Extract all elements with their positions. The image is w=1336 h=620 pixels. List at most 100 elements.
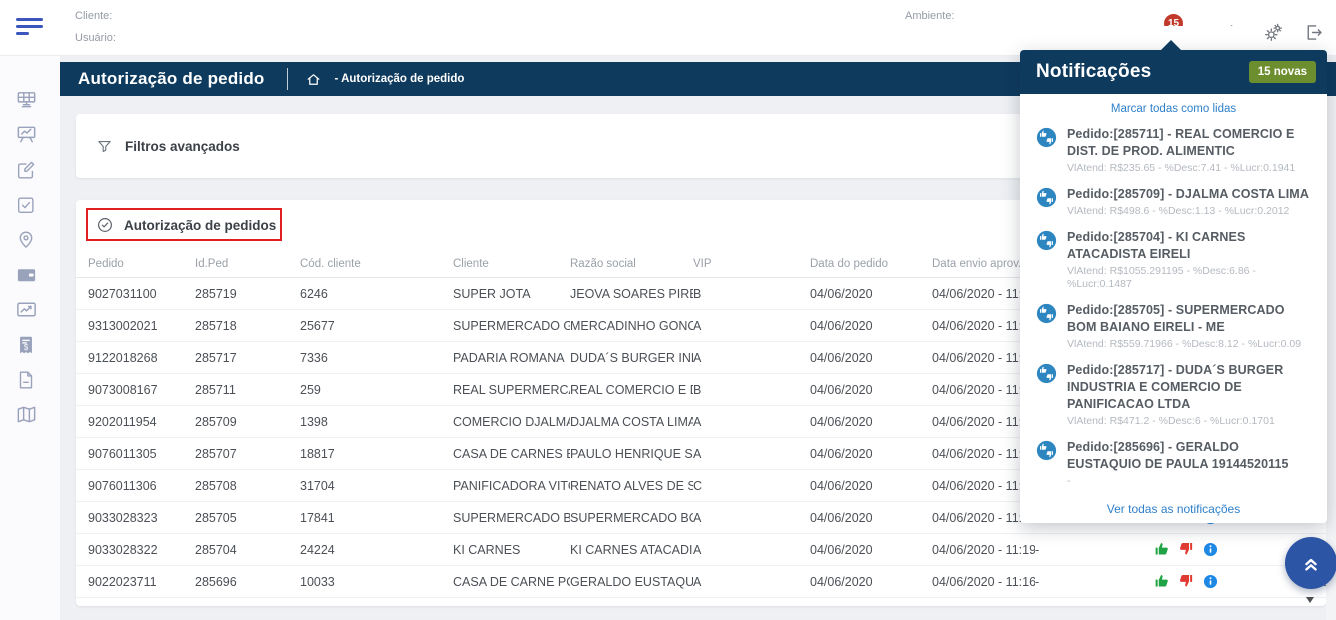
client-label: Cliente: <box>75 10 112 22</box>
notification-detail: VlAtend: R$498.6 - %Desc:1.13 - %Lucr:0.… <box>1067 205 1309 218</box>
cell-razao-social: SUPERMERCADO BO <box>570 511 693 525</box>
cell-cliente: REAL SUPERMERCAD <box>453 383 570 397</box>
cell-pedido: 9076011305 <box>88 447 195 461</box>
cell-cliente: KI CARNES <box>453 543 570 557</box>
cell-razao-social: DUDA´S BURGER IND <box>570 351 693 365</box>
cell-data-pedido: 04/06/2020 <box>810 447 932 461</box>
vertical-scrollbar[interactable] <box>1326 96 1336 620</box>
cell-pedido: 9033028322 <box>88 543 195 557</box>
cell-cod-cliente: 31704 <box>300 479 453 493</box>
cell-idped: 285717 <box>195 351 300 365</box>
cell-idped: 285709 <box>195 415 300 429</box>
cell-cliente: CASA DE CARNE POR <box>453 575 570 589</box>
col-razao-social[interactable]: Razão social <box>570 258 693 270</box>
notification-title: Pedido:[285709] - DJALMA COSTA LIMA <box>1067 186 1309 203</box>
info-icon[interactable] <box>1203 542 1218 557</box>
approve-thumb-up-icon[interactable] <box>1155 542 1170 557</box>
cell-idped: 285711 <box>195 383 300 397</box>
order-thumbs-icon <box>1036 363 1057 384</box>
cell-razao-social: REAL COMERCIO E D <box>570 383 693 397</box>
notification-item[interactable]: Pedido:[285711] - REAL COMERCIO E DIST. … <box>1020 118 1327 178</box>
notification-detail: - <box>1067 475 1315 488</box>
notification-item[interactable]: Pedido:[285717] - DUDA´S BURGER INDUSTRI… <box>1020 354 1327 431</box>
col-pedido[interactable]: Pedido <box>88 258 195 270</box>
cell-idped: 285708 <box>195 479 300 493</box>
cell-cliente: CASA DE CARNES BE <box>453 447 570 461</box>
cell-razao-social: MERCADINHO GONC <box>570 319 693 333</box>
cell-data-pedido: 04/06/2020 <box>810 415 932 429</box>
reject-thumb-down-icon[interactable] <box>1179 574 1194 589</box>
invoice-icon[interactable]: $ <box>0 327 60 362</box>
document-icon[interactable] <box>0 362 60 397</box>
notification-item[interactable]: Pedido:[285696] - GERALDO EUSTAQUIO DE P… <box>1020 431 1327 491</box>
cell-vip: A <box>693 351 810 365</box>
cell-cliente: PANIFICADORA VITO <box>453 479 570 493</box>
col-idped[interactable]: Id.Ped <box>195 258 300 270</box>
breadcrumb: - Autorização de pedido <box>335 73 465 85</box>
col-data-pedido[interactable]: Data do pedido <box>810 258 932 270</box>
notification-detail: VlAtend: R$471.2 - %Desc:6 - %Lucr:0.170… <box>1067 415 1315 428</box>
col-cliente[interactable]: Cliente <box>453 258 570 270</box>
cell-pedido: 9022023711 <box>88 575 195 589</box>
edit-icon[interactable] <box>0 152 60 187</box>
wallet-icon[interactable] <box>0 257 60 292</box>
svg-text:$: $ <box>24 343 29 352</box>
cell-cod-cliente: 6246 <box>300 287 453 301</box>
cell-data-pedido: 04/06/2020 <box>810 287 932 301</box>
notification-title: Pedido:[285705] - SUPERMERCADO BOM BAIAN… <box>1067 302 1315 336</box>
cell-obs: - <box>1035 575 1155 589</box>
reject-thumb-down-icon[interactable] <box>1179 542 1194 557</box>
checkbox-icon[interactable] <box>0 187 60 222</box>
col-cod-cliente[interactable]: Cód. cliente <box>300 258 453 270</box>
scroll-down-arrow-icon[interactable] <box>1306 597 1314 603</box>
check-circle-icon <box>96 216 114 234</box>
presentation-chart-icon[interactable] <box>0 117 60 152</box>
cell-vip: C <box>693 479 810 493</box>
cell-razao-social: DJALMA COSTA LIMA <box>570 415 693 429</box>
mark-all-read-link[interactable]: Marcar todas como lidas <box>1020 94 1327 118</box>
menu-icon[interactable] <box>16 18 44 38</box>
map-icon[interactable] <box>0 397 60 432</box>
user-label: Usuário: <box>75 32 116 44</box>
pos-terminal-icon[interactable] <box>0 82 60 117</box>
info-icon[interactable] <box>1203 574 1218 589</box>
environment-label: Ambiente: <box>905 10 955 22</box>
col-vip[interactable]: VIP <box>693 258 810 270</box>
cell-razao-social: PAULO HENRIQUE SIL <box>570 447 693 461</box>
view-all-notifications-link[interactable]: Ver todas as notificações <box>1020 491 1327 523</box>
cell-idped: 285696 <box>195 575 300 589</box>
order-thumbs-icon <box>1036 440 1057 461</box>
cell-vip: A <box>693 319 810 333</box>
cell-vip: A <box>693 511 810 525</box>
cell-pedido: 9122018268 <box>88 351 195 365</box>
settings-gears-icon[interactable] <box>1263 22 1284 43</box>
table-row: 9022023711 285696 10033 CASA DE CARNE PO… <box>76 566 1326 598</box>
page-title: Autorização de pedido <box>78 69 265 89</box>
cell-cod-cliente: 24224 <box>300 543 453 557</box>
cell-data-pedido: 04/06/2020 <box>810 383 932 397</box>
cell-vip: A <box>693 543 810 557</box>
cell-pedido: 9033028323 <box>88 511 195 525</box>
notification-title: Pedido:[285704] - KI CARNES ATACADISTA E… <box>1067 229 1315 263</box>
notification-item[interactable]: Pedido:[285709] - DJALMA COSTA LIMA VlAt… <box>1020 178 1327 221</box>
cell-pedido: 9073008167 <box>88 383 195 397</box>
title-divider <box>287 68 288 90</box>
sidebar: $ <box>0 56 60 620</box>
notifications-caret <box>1160 40 1182 51</box>
cell-idped: 285704 <box>195 543 300 557</box>
logout-icon[interactable] <box>1303 22 1324 43</box>
breadcrumb-home-icon[interactable] <box>306 72 321 87</box>
cell-cod-cliente: 7336 <box>300 351 453 365</box>
cell-data-pedido: 04/06/2020 <box>810 543 932 557</box>
location-pin-icon[interactable] <box>0 222 60 257</box>
notification-title: Pedido:[285696] - GERALDO EUSTAQUIO DE P… <box>1067 439 1315 473</box>
cell-data-pedido: 04/06/2020 <box>810 319 932 333</box>
sales-chart-icon[interactable] <box>0 292 60 327</box>
cell-vip: A <box>693 447 810 461</box>
approve-thumb-up-icon[interactable] <box>1155 574 1170 589</box>
notification-item[interactable]: Pedido:[285705] - SUPERMERCADO BOM BAIAN… <box>1020 294 1327 354</box>
scroll-to-top-button[interactable] <box>1285 537 1336 589</box>
cell-vip: B <box>693 287 810 301</box>
new-notifications-badge: 15 novas <box>1249 61 1316 83</box>
notification-item[interactable]: Pedido:[285704] - KI CARNES ATACADISTA E… <box>1020 221 1327 294</box>
